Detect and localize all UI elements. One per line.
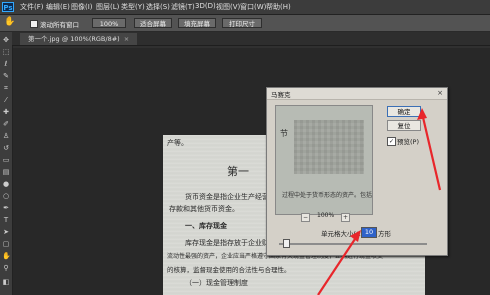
arrow-to-cell-size-input — [317, 230, 361, 295]
arrow-to-ok-button — [417, 108, 442, 191]
annotation-arrows — [317, 108, 442, 295]
